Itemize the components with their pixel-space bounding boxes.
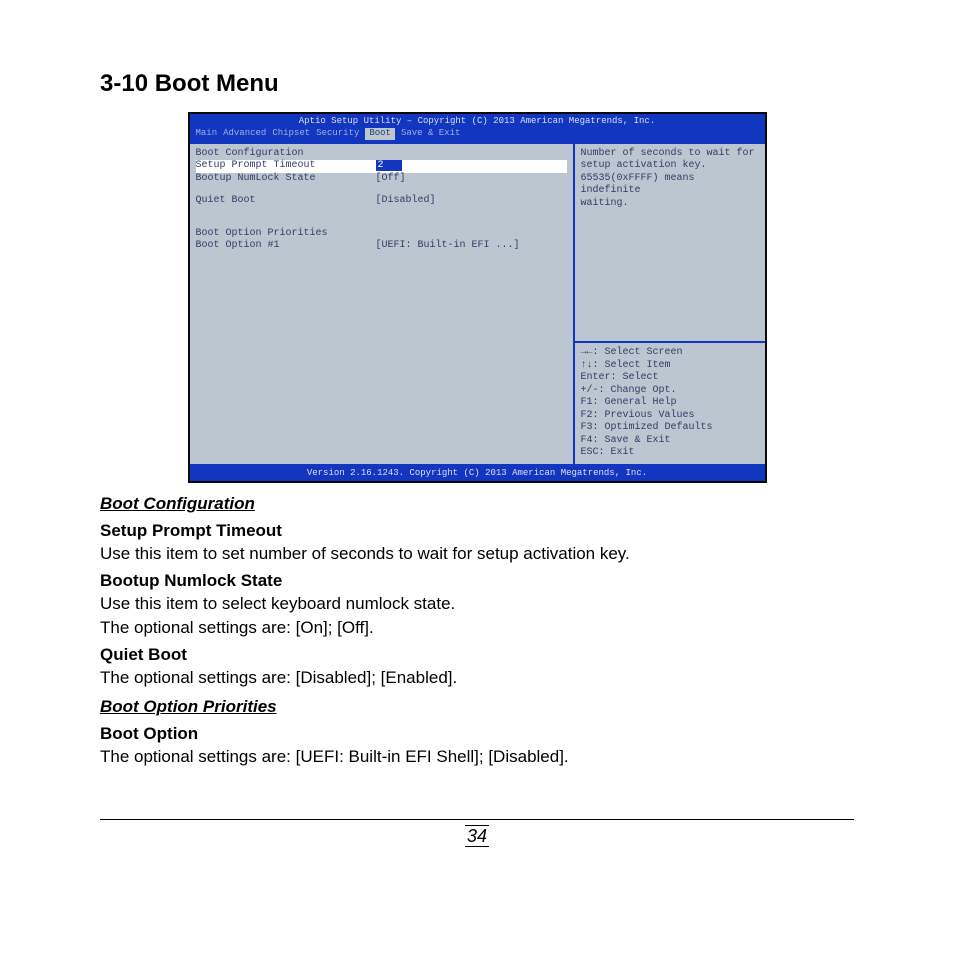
page-divider (100, 819, 854, 820)
item-desc: The optional settings are: [UEFI: Built-… (100, 746, 854, 769)
key-hint: ↑↓: Select Item (581, 360, 759, 373)
key-hint: Enter: Select (581, 372, 759, 385)
help-line: 65535(0xFFFF) means indefinite (581, 173, 759, 198)
tab-main[interactable]: Main (196, 128, 218, 139)
group-boot-configuration: Boot Configuration (196, 148, 567, 161)
key-hint: F3: Optimized Defaults (581, 422, 759, 435)
item-title-bootup-numlock-state: Bootup Numlock State (100, 570, 854, 593)
subheading-boot-option-priorities: Boot Option Priorities (100, 696, 854, 719)
item-title-boot-option: Boot Option (100, 723, 854, 746)
item-desc: Use this item to set number of seconds t… (100, 543, 854, 566)
key-hint: →←: Select Screen (581, 347, 759, 360)
label-boot-option-1: Boot Option #1 (196, 240, 376, 253)
row-boot-option-1[interactable]: Boot Option #1 [UEFI: Built-in EFI ...] (196, 240, 567, 253)
row-quiet-boot[interactable]: Quiet Boot [Disabled] (196, 195, 567, 208)
help-line: setup activation key. (581, 160, 759, 173)
value-quiet-boot: [Disabled] (376, 195, 436, 208)
subheading-boot-configuration: Boot Configuration (100, 493, 854, 516)
key-hint: F2: Previous Values (581, 410, 759, 423)
item-title-quiet-boot: Quiet Boot (100, 644, 854, 667)
section-title: 3-10 Boot Menu (100, 70, 854, 98)
tab-boot[interactable]: Boot (365, 128, 395, 139)
help-line: Number of seconds to wait for (581, 148, 759, 161)
bios-header: Aptio Setup Utility – Copyright (C) 2013… (190, 114, 765, 127)
item-desc: The optional settings are: [Disabled]; [… (100, 667, 854, 690)
row-setup-prompt-timeout[interactable]: Setup Prompt Timeout 2 (196, 160, 567, 173)
tab-save-exit[interactable]: Save & Exit (401, 128, 460, 139)
row-bootup-numlock-state[interactable]: Bootup NumLock State [Off] (196, 173, 567, 186)
value-setup-prompt-timeout[interactable]: 2 (376, 160, 402, 171)
bios-tab-bar: Main Advanced Chipset Security Boot Save… (190, 127, 765, 141)
item-title-setup-prompt-timeout: Setup Prompt Timeout (100, 520, 854, 543)
bios-help-pane: Number of seconds to wait for setup acti… (575, 144, 765, 344)
page-number: 34 (100, 826, 854, 847)
bios-left-pane: Boot Configuration Setup Prompt Timeout … (190, 144, 575, 464)
group-boot-option-priorities: Boot Option Priorities (196, 228, 567, 241)
item-desc: Use this item to select keyboard numlock… (100, 593, 854, 616)
bios-screenshot: Aptio Setup Utility – Copyright (C) 2013… (188, 112, 767, 483)
label-bootup-numlock: Bootup NumLock State (196, 173, 376, 186)
document-body: Boot Configuration Setup Prompt Timeout … (100, 493, 854, 769)
value-boot-option-1: [UEFI: Built-in EFI ...] (376, 240, 520, 253)
item-desc: The optional settings are: [On]; [Off]. (100, 617, 854, 640)
bios-footer: Version 2.16.1243. Copyright (C) 2013 Am… (190, 466, 765, 481)
value-bootup-numlock: [Off] (376, 173, 406, 186)
key-hint: ESC: Exit (581, 447, 759, 460)
tab-chipset[interactable]: Chipset (272, 128, 310, 139)
bios-right-pane: Number of seconds to wait for setup acti… (575, 144, 765, 464)
label-setup-prompt-timeout: Setup Prompt Timeout (196, 160, 376, 173)
key-hint: F4: Save & Exit (581, 435, 759, 448)
tab-security[interactable]: Security (316, 128, 359, 139)
key-hint: +/-: Change Opt. (581, 385, 759, 398)
key-hint: F1: General Help (581, 397, 759, 410)
label-quiet-boot: Quiet Boot (196, 195, 376, 208)
help-line: waiting. (581, 198, 759, 211)
tab-advanced[interactable]: Advanced (223, 128, 266, 139)
bios-keys-pane: →←: Select Screen ↑↓: Select Item Enter:… (575, 343, 765, 464)
